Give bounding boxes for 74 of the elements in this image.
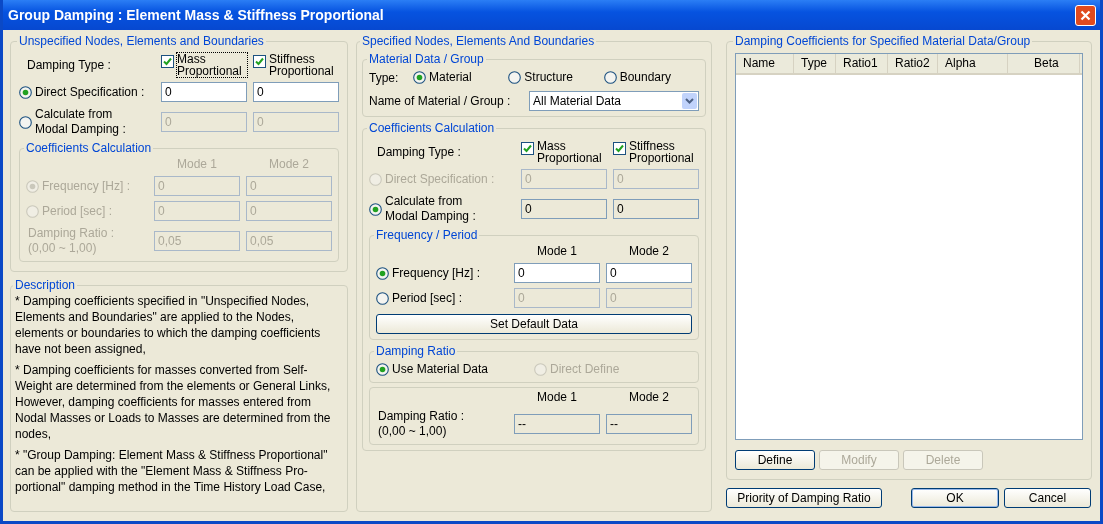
group-title: Material Data / Group — [368, 52, 485, 66]
field-label: Type: — [369, 70, 400, 85]
cancel-button[interactable]: Cancel — [1004, 488, 1091, 508]
radio-button[interactable] — [376, 266, 389, 280]
window-title: Group Damping : Element Mass & Stiffness Proportional — [8, 7, 384, 23]
field-label: Damping Type : — [376, 144, 462, 160]
check-icon — [163, 57, 172, 66]
radio-button[interactable] — [19, 115, 32, 129]
checkbox[interactable]: Mass Proportional — [521, 140, 607, 164]
radio-button[interactable] — [508, 71, 522, 84]
field-label: Damping Ratio : (0,00 ~ 1,00) — [377, 409, 466, 439]
checkbox[interactable]: Mass Proportional — [161, 53, 247, 77]
column-header[interactable]: Alpha — [938, 54, 1008, 73]
radio-button[interactable] — [376, 363, 389, 376]
radio-button[interactable] — [369, 202, 382, 216]
field-label: Name of Material / Group : — [369, 93, 512, 109]
text-field[interactable]: 0 — [606, 263, 692, 283]
column-header[interactable]: Ratio1 — [836, 54, 888, 73]
close-button[interactable] — [1075, 4, 1096, 26]
checkbox[interactable]: Stiffness Proportional — [613, 140, 699, 164]
column-header[interactable]: Type — [794, 54, 836, 73]
check-icon — [523, 144, 532, 153]
column-label: Mode 1 — [176, 157, 218, 171]
define-button[interactable]: Define — [735, 450, 815, 470]
check-icon — [255, 57, 264, 66]
field-label: Damping Type : — [26, 57, 112, 73]
radio-button[interactable] — [413, 71, 426, 84]
dropdown[interactable]: All Material Data — [529, 91, 699, 111]
radio-label[interactable]: Calculate from Modal Damping : — [385, 194, 476, 224]
radio-label[interactable]: Frequency [Hz] : — [392, 265, 481, 281]
column-header[interactable]: Name — [736, 54, 794, 73]
group-title: Damping Coefficients for Specified Material Data/Group — [734, 34, 1032, 48]
ok-button[interactable]: OK — [911, 488, 999, 508]
close-icon — [1080, 9, 1091, 21]
set-default-button[interactable]: Set Default Data — [376, 314, 692, 334]
column-label: Mode 1 — [536, 390, 578, 404]
radio-button[interactable] — [19, 85, 32, 99]
chevron-down-icon — [685, 98, 694, 104]
paragraph: * Damping coefficients for masses converted from Self-Weight are determined from the elements or General Links, However, damping coefficients for masses entered from Nodal Masses or Loads to Masses are determined from the nodes, — [15, 362, 332, 442]
radio-button[interactable] — [376, 291, 389, 305]
text-field[interactable]: -- — [606, 414, 692, 434]
text-field[interactable]: -- — [514, 414, 600, 434]
text-field[interactable]: 0 — [521, 199, 607, 219]
text-field[interactable]: 0 — [613, 199, 699, 219]
radio-label[interactable]: Boundary — [619, 70, 672, 85]
column-label: Mode 1 — [536, 244, 578, 258]
radio-label[interactable]: Period [sec] : — [392, 290, 463, 306]
group-title: Specified Nodes, Elements And Boundaries — [361, 34, 596, 48]
column-header[interactable]: Ratio2 — [888, 54, 938, 73]
radio-label[interactable]: Structure — [524, 70, 573, 85]
field-label: Damping Ratio : (0,00 ~ 1,00) — [27, 226, 116, 256]
text-field[interactable]: 0 — [161, 82, 247, 102]
column-label: Mode 2 — [268, 157, 310, 171]
radio-label[interactable]: Calculate from Modal Damping : — [35, 107, 126, 137]
group-title: Frequency / Period — [375, 228, 479, 242]
group-title: Coefficients Calculation — [368, 121, 496, 135]
text-field[interactable]: 0 — [253, 82, 339, 102]
radio-button[interactable] — [603, 71, 617, 84]
paragraph: * "Group Damping: Element Mass & Stiffness Proportional" can be applied with the "Element Mass & Stiffness Pro-portional" damping method in the Time History Load Case, — [15, 447, 329, 495]
text-field[interactable]: 0 — [514, 263, 600, 283]
column-label: Mode 2 — [628, 390, 670, 404]
radio-label[interactable]: Direct Specification : — [35, 84, 145, 100]
priority-button[interactable]: Priority of Damping Ratio — [726, 488, 882, 508]
paragraph: * Damping coefficients specified in "Unspecified Nodes, Elements and Boundaries" are applied to the Nodes, elements or boundaries to which the damping coefficients have not been assigned, — [15, 293, 322, 357]
group-title: Damping Ratio — [375, 344, 457, 358]
check-icon — [615, 144, 624, 153]
group-title: Coefficients Calculation — [25, 141, 153, 155]
column-label: Mode 2 — [628, 244, 670, 258]
group-title: Description — [14, 278, 77, 292]
group-title: Unspecified Nodes, Elements and Boundaries — [18, 34, 265, 48]
radio-label[interactable]: Use Material Data — [392, 362, 489, 377]
column-header[interactable]: Beta — [1008, 54, 1080, 73]
radio-label[interactable]: Material — [429, 70, 472, 85]
checkbox[interactable]: Stiffness Proportional — [253, 53, 339, 77]
